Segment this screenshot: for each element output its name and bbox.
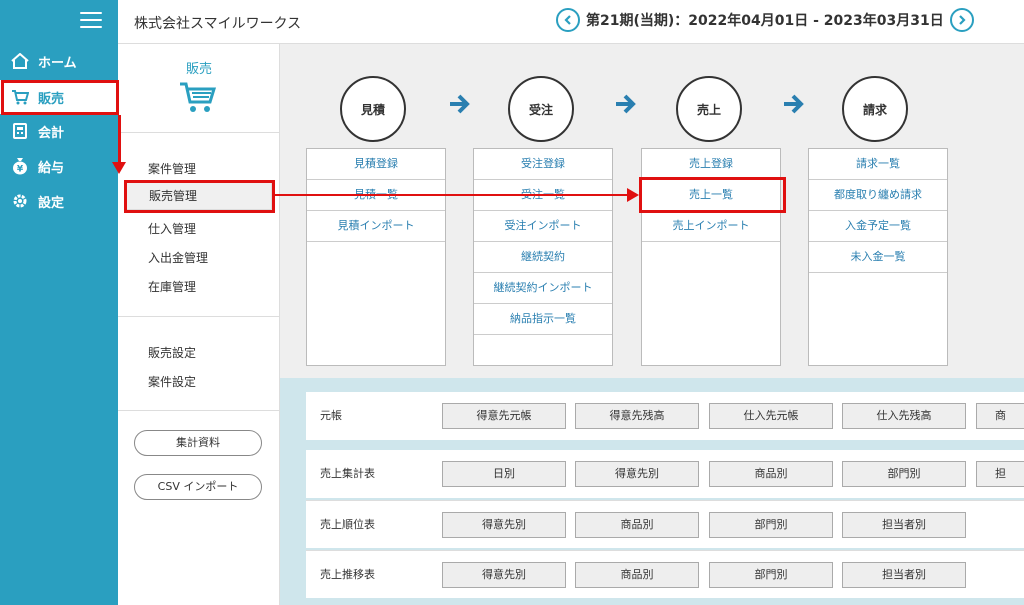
nav-item-home[interactable]: ホーム bbox=[0, 44, 118, 78]
report-row-label: 売上集計表 bbox=[320, 467, 375, 480]
annotation-arrowhead bbox=[112, 162, 126, 174]
chevron-left-icon bbox=[564, 15, 571, 25]
report-button[interactable]: 得意先別 bbox=[575, 461, 699, 487]
divider bbox=[118, 132, 280, 133]
report-row-label: 売上順位表 bbox=[320, 518, 375, 531]
nav-item-accounting[interactable]: 会計 bbox=[0, 114, 118, 148]
cart-icon bbox=[180, 82, 217, 112]
calculator-icon bbox=[10, 123, 30, 139]
money-bag-icon: ¥ bbox=[10, 157, 30, 175]
report-button[interactable]: 得意先別 bbox=[442, 562, 566, 588]
report-button[interactable]: 得意先別 bbox=[442, 512, 566, 538]
menu-link[interactable]: 受注一覧 bbox=[474, 180, 612, 211]
chevron-right-icon bbox=[958, 15, 966, 25]
sales-menu: 売上登録 売上一覧 売上インポート bbox=[641, 148, 781, 366]
main-sidebar: ホーム 販売 会計 ¥ 給与 設定 bbox=[0, 0, 118, 605]
report-row-sales-summary: 売上集計表 日別 得意先別 商品別 部門別 担 bbox=[306, 450, 1024, 498]
divider bbox=[118, 316, 280, 317]
nav-item-settings[interactable]: 設定 bbox=[0, 184, 118, 218]
nav-item-label: 給与 bbox=[38, 160, 65, 176]
gear-icon bbox=[10, 193, 30, 209]
report-row-label: 売上推移表 bbox=[320, 568, 375, 581]
subnav-item-purchasing[interactable]: 仕入管理 bbox=[148, 220, 196, 237]
menu-link[interactable]: 受注インポート bbox=[474, 211, 612, 242]
flow-step-invoice: 請求 bbox=[842, 76, 908, 142]
arrow-right-icon bbox=[616, 94, 636, 114]
menu-link[interactable]: 未入金一覧 bbox=[809, 242, 947, 273]
subnav-title: 販売 bbox=[185, 62, 212, 77]
csv-import-button[interactable]: CSV インポート bbox=[134, 474, 262, 500]
subnav-item-sales-management[interactable]: 販売管理 bbox=[126, 182, 272, 210]
menu-link[interactable]: 入金予定一覧 bbox=[809, 211, 947, 242]
cart-icon bbox=[10, 89, 30, 105]
home-icon bbox=[10, 53, 30, 69]
top-header: 株式会社スマイルワークス 第21期(当期)：2022年04月01日 - 2023… bbox=[118, 0, 1024, 44]
flow-step-estimate: 見積 bbox=[340, 76, 406, 142]
nav-item-label: 設定 bbox=[38, 195, 65, 211]
report-button[interactable]: 部門別 bbox=[842, 461, 966, 487]
report-button[interactable]: 仕入先元帳 bbox=[709, 403, 833, 429]
divider bbox=[118, 410, 280, 411]
report-row-sales-ranking: 売上順位表 得意先別 商品別 部門別 担当者別 bbox=[306, 500, 1024, 548]
subnav-item-project-settings[interactable]: 案件設定 bbox=[148, 373, 196, 390]
arrow-right-icon bbox=[784, 94, 804, 114]
report-button[interactable]: 得意先元帳 bbox=[442, 403, 566, 429]
menu-link[interactable]: 納品指示一覧 bbox=[474, 304, 612, 335]
svg-text:¥: ¥ bbox=[17, 165, 24, 175]
summary-report-button[interactable]: 集計資料 bbox=[134, 430, 262, 456]
flow-step-sales: 売上 bbox=[676, 76, 742, 142]
menu-link[interactable]: 都度取り纏め請求 bbox=[809, 180, 947, 211]
main-content: 見積 受注 売上 請求 見積登録 見積一覧 見積インポート 受注登録 受注一覧 … bbox=[280, 44, 1024, 605]
subnav-item-inventory[interactable]: 在庫管理 bbox=[148, 278, 196, 295]
report-button[interactable]: 担当者別 bbox=[842, 562, 966, 588]
menu-icon[interactable] bbox=[80, 12, 102, 30]
next-period-button[interactable] bbox=[949, 8, 974, 32]
report-button[interactable]: 商品別 bbox=[709, 461, 833, 487]
report-row-sales-trend: 売上推移表 得意先別 商品別 部門別 担当者別 bbox=[306, 550, 1024, 598]
report-button[interactable]: 部門別 bbox=[709, 512, 833, 538]
menu-link[interactable]: 受注登録 bbox=[474, 149, 612, 180]
report-button[interactable]: 商品別 bbox=[575, 562, 699, 588]
report-button[interactable]: 担当者別 bbox=[842, 512, 966, 538]
sales-subnav: 販売 案件管理 販売管理 仕入管理 入出金管理 在庫管理 販売設定 案件設定 集… bbox=[118, 44, 280, 605]
report-row-ledger: 元帳 得意先元帳 得意先残高 仕入先元帳 仕入先残高 商 bbox=[306, 392, 1024, 440]
report-button[interactable]: 部門別 bbox=[709, 562, 833, 588]
menu-link[interactable]: 売上登録 bbox=[642, 149, 780, 180]
subnav-item-sales-settings[interactable]: 販売設定 bbox=[148, 344, 196, 361]
nav-item-payroll[interactable]: ¥ 給与 bbox=[0, 149, 118, 183]
subnav-item-projects[interactable]: 案件管理 bbox=[148, 160, 196, 177]
report-button[interactable]: 商 bbox=[976, 403, 1024, 429]
nav-item-sales[interactable]: 販売 bbox=[0, 80, 118, 114]
flow-step-order: 受注 bbox=[508, 76, 574, 142]
menu-link[interactable]: 請求一覧 bbox=[809, 149, 947, 180]
fiscal-period-switcher: 第21期(当期)：2022年04月01日 - 2023年03月31日 bbox=[550, 8, 980, 32]
nav-item-label: ホーム bbox=[38, 55, 77, 71]
menu-link[interactable]: 継続契約インポート bbox=[474, 273, 612, 304]
menu-link[interactable]: 見積登録 bbox=[307, 149, 445, 180]
report-row-label: 元帳 bbox=[320, 409, 342, 422]
report-button[interactable]: 担 bbox=[976, 461, 1024, 487]
invoice-menu: 請求一覧 都度取り纏め請求 入金予定一覧 未入金一覧 bbox=[808, 148, 948, 366]
report-button[interactable]: 商品別 bbox=[575, 512, 699, 538]
report-button[interactable]: 仕入先残高 bbox=[842, 403, 966, 429]
estimate-menu: 見積登録 見積一覧 見積インポート bbox=[306, 148, 446, 366]
menu-link[interactable]: 継続契約 bbox=[474, 242, 612, 273]
fiscal-period: 第21期(当期)：2022年04月01日 - 2023年03月31日 bbox=[586, 13, 944, 29]
reports-panel: 元帳 得意先元帳 得意先残高 仕入先元帳 仕入先残高 商 売上集計表 日別 得意… bbox=[280, 378, 1024, 605]
report-button[interactable]: 得意先残高 bbox=[575, 403, 699, 429]
menu-link[interactable]: 売上インポート bbox=[642, 211, 780, 242]
subnav-item-cash[interactable]: 入出金管理 bbox=[148, 249, 208, 266]
menu-link[interactable]: 見積一覧 bbox=[307, 180, 445, 211]
company-name: 株式会社スマイルワークス bbox=[134, 16, 302, 32]
report-button[interactable]: 日別 bbox=[442, 461, 566, 487]
prev-period-button[interactable] bbox=[556, 8, 580, 32]
menu-link[interactable]: 見積インポート bbox=[307, 211, 445, 242]
menu-link-sales-list[interactable]: 売上一覧 bbox=[642, 180, 780, 211]
annotation-arrowhead bbox=[627, 188, 639, 202]
order-menu: 受注登録 受注一覧 受注インポート 継続契約 継続契約インポート 納品指示一覧 bbox=[473, 148, 613, 366]
nav-item-label: 販売 bbox=[38, 91, 65, 107]
arrow-right-icon bbox=[450, 94, 470, 114]
nav-item-label: 会計 bbox=[38, 125, 65, 141]
